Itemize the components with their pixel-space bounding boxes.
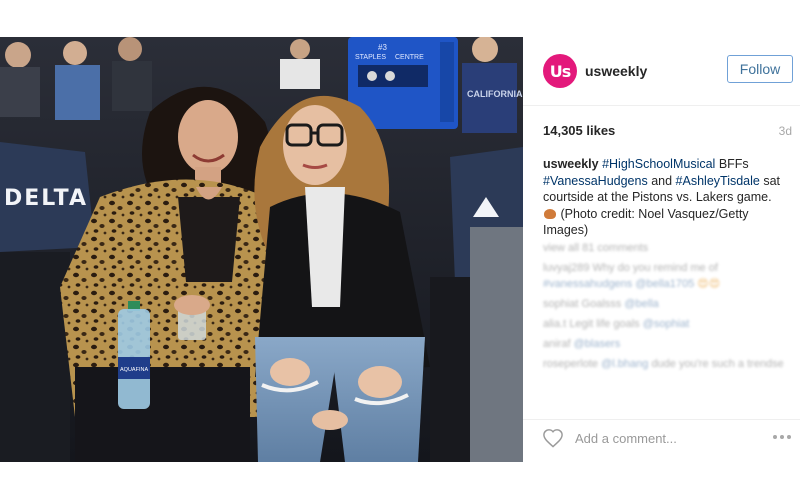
view-all-comments-link[interactable]: view all 81 comments: [543, 240, 783, 256]
delta-sign: DELTA: [4, 186, 88, 211]
post-header: Us usweekly Follow: [523, 37, 800, 106]
caption-author[interactable]: usweekly: [543, 157, 599, 171]
likes-count[interactable]: 14,305 likes: [543, 123, 615, 138]
username-link[interactable]: usweekly: [585, 63, 647, 79]
comments-list: view all 81 comments luvyaj289 Why do yo…: [543, 240, 783, 376]
photo-illustration: CALIFORNIA #3 STAPLES CENTRE DELTA AQUAF…: [0, 37, 523, 462]
comment-item: luvyaj289 Why do you remind me of #vanes…: [543, 260, 783, 292]
comment-tags[interactable]: #vanessahudgens @bella1705: [543, 278, 694, 290]
add-comment-input[interactable]: [575, 428, 745, 448]
post-footer: [523, 419, 800, 463]
comment-user[interactable]: roseperlote: [543, 358, 598, 370]
comment-user[interactable]: aniraf: [543, 338, 571, 350]
crowd-shirt-text: CALIFORNIA: [467, 89, 523, 99]
post-timestamp[interactable]: 3d: [779, 124, 792, 138]
post-caption: usweekly #HighSchoolMusical BFFs #Vaness…: [543, 156, 783, 239]
comment-item: roseperlote @l.bhang dude you're such a …: [543, 356, 783, 372]
comment-tag[interactable]: @l.bhang: [601, 358, 648, 370]
comment-user[interactable]: alia.t: [543, 318, 566, 330]
avatar-text: Us: [549, 61, 571, 81]
heart-eyes-emoji-icon: 😍😍: [697, 278, 721, 290]
comment-text: Why do you remind me of: [592, 262, 718, 274]
staples-number: #3: [378, 43, 387, 52]
bottle-label: AQUAFINA: [120, 367, 148, 373]
caption-bffs: BFFs: [718, 157, 749, 171]
comment-text: dude you're such a trendsetter: [651, 358, 783, 370]
comment-tag[interactable]: @blasers: [574, 338, 621, 350]
staples-label: STAPLES: [355, 54, 386, 61]
hashtag-highschoolmusical[interactable]: #HighSchoolMusical: [602, 157, 715, 171]
like-heart-icon[interactable]: [542, 428, 564, 448]
water-bottle: AQUAFINA: [118, 301, 150, 409]
comment-text: Legit life goals: [569, 318, 640, 330]
comment-item: sophiat Goalsss @bella: [543, 296, 783, 312]
comment-tag[interactable]: @bella: [624, 298, 658, 310]
snail-emoji-icon: [544, 208, 556, 219]
hashtag-vanessahudgens[interactable]: #VanessaHudgens: [543, 174, 648, 188]
comment-text: Goalsss: [581, 298, 622, 310]
comment-tag[interactable]: @sophiat: [643, 318, 690, 330]
post-photo[interactable]: CALIFORNIA #3 STAPLES CENTRE DELTA AQUAF…: [0, 37, 523, 462]
more-options-icon[interactable]: [773, 431, 795, 443]
post-side-panel: Us usweekly Follow 14,305 likes 3d uswee…: [523, 37, 800, 462]
comment-item: aniraf @blasers: [543, 336, 783, 352]
hashtag-ashleytisdale[interactable]: #AshleyTisdale: [676, 174, 760, 188]
caption-and: and: [651, 173, 673, 188]
centre-label: CENTRE: [395, 54, 424, 61]
avatar[interactable]: Us: [543, 54, 577, 88]
comment-user[interactable]: luvyaj289: [543, 262, 589, 274]
instagram-post: CALIFORNIA #3 STAPLES CENTRE DELTA AQUAF…: [0, 37, 800, 462]
comment-user[interactable]: sophiat: [543, 298, 578, 310]
comment-item: alia.t Legit life goals @sophiat: [543, 316, 783, 332]
caption-text-2: (Photo credit: Noel Vasquez/Getty Images…: [543, 206, 749, 238]
follow-button[interactable]: Follow: [727, 55, 793, 83]
